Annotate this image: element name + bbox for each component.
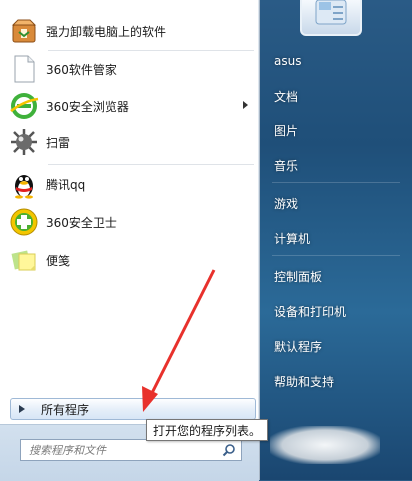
program-item-minesweeper[interactable]: 扫雷 — [8, 125, 254, 159]
search-box[interactable] — [20, 439, 242, 461]
search-input[interactable] — [21, 440, 219, 460]
blank-document-icon — [8, 53, 40, 85]
qq-penguin-icon — [8, 168, 40, 200]
program-label: 360安全浏览器 — [46, 99, 129, 114]
browser-e-icon — [8, 90, 40, 122]
program-item-360-browser[interactable]: 360安全浏览器 — [8, 89, 254, 123]
right-item-documents[interactable]: 文档 — [266, 82, 406, 110]
separator — [272, 255, 400, 256]
right-item-games[interactable]: 游戏 — [266, 189, 406, 217]
separator — [48, 50, 254, 51]
shutdown-button[interactable] — [270, 426, 380, 464]
submenu-arrow-icon — [243, 101, 248, 109]
sticky-notes-icon — [8, 244, 40, 276]
right-item-devices-printers[interactable]: 设备和打印机 — [266, 297, 406, 325]
program-label: 360安全卫士 — [46, 215, 117, 230]
program-item-qq[interactable]: 腾讯qq — [8, 167, 254, 201]
search-icon[interactable] — [222, 443, 236, 457]
all-programs-label: 所有程序 — [41, 402, 90, 417]
right-item-user[interactable]: asus — [266, 47, 406, 75]
expand-arrow-icon — [19, 405, 25, 413]
minesweeper-icon — [8, 126, 40, 158]
program-item-360-guard[interactable]: 360安全卫士 — [8, 205, 254, 239]
right-item-default-programs[interactable]: 默认程序 — [266, 332, 406, 360]
program-label: 360软件管家 — [46, 62, 117, 77]
user-picture[interactable] — [300, 0, 362, 36]
right-item-pictures[interactable]: 图片 — [266, 116, 406, 144]
program-label: 腾讯qq — [46, 177, 86, 192]
right-item-computer[interactable]: 计算机 — [266, 224, 406, 252]
right-item-music[interactable]: 音乐 — [266, 151, 406, 179]
program-label: 强力卸载电脑上的软件 — [46, 24, 167, 39]
program-item-uninstaller[interactable]: 强力卸载电脑上的软件 — [8, 14, 254, 48]
separator — [272, 182, 400, 183]
program-label: 扫雷 — [46, 135, 71, 150]
all-programs-button[interactable]: 所有程序 — [10, 398, 256, 420]
program-item-360-software-manager[interactable]: 360软件管家 — [8, 52, 254, 86]
tooltip: 打开您的程序列表。 — [146, 419, 269, 441]
program-item-sticky-notes[interactable]: 便笺 — [8, 243, 254, 277]
start-menu-right-pane: asus 文档 图片 音乐 游戏 计算机 控制面板 设备和打印机 默认程序 帮助… — [260, 0, 412, 480]
separator — [48, 164, 254, 165]
program-label: 便笺 — [46, 253, 71, 268]
right-item-help-support[interactable]: 帮助和支持 — [266, 367, 406, 395]
uninstall-box-icon — [8, 15, 40, 47]
right-item-control-panel[interactable]: 控制面板 — [266, 262, 406, 290]
360-guard-icon — [8, 206, 40, 238]
